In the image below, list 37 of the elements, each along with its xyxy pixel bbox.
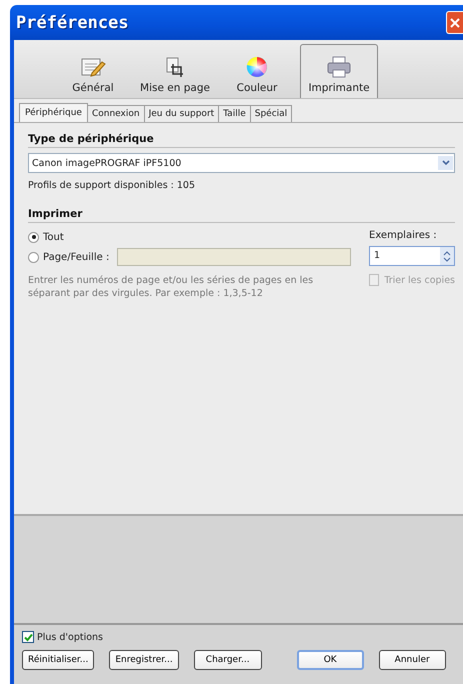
radio-button[interactable] bbox=[28, 252, 39, 262]
checkbox-label: Plus d'options bbox=[37, 632, 103, 642]
tab[interactable]: Jeu du support bbox=[144, 105, 220, 122]
profiles-count-text: Profils de support disponibles : 105 bbox=[28, 180, 196, 191]
radio-button[interactable] bbox=[28, 232, 39, 242]
toolbar-tab[interactable]: Général bbox=[54, 40, 132, 98]
dialog-button[interactable]: Réinitialiser... bbox=[22, 650, 94, 670]
close-icon bbox=[450, 18, 460, 28]
radio-label: Tout bbox=[43, 232, 64, 242]
copies-label: Exemplaires : bbox=[369, 230, 438, 241]
printer-icon bbox=[326, 55, 352, 79]
tab[interactable]: Périphérique bbox=[19, 103, 88, 122]
device-dropdown[interactable]: Canon imagePROGRAF iPF5100 bbox=[28, 153, 455, 173]
tab[interactable]: Spécial bbox=[250, 105, 292, 122]
notepad-pencil-icon bbox=[80, 56, 106, 78]
window-title: Préférences bbox=[15, 12, 129, 32]
chevron-down-icon bbox=[438, 156, 453, 170]
section-heading: Imprimer bbox=[28, 208, 455, 223]
dialog-button[interactable]: OK bbox=[296, 650, 364, 670]
dialog-button[interactable]: Enregistrer... bbox=[109, 650, 179, 670]
tab[interactable]: Connexion bbox=[88, 105, 145, 122]
checkbox[interactable] bbox=[22, 631, 34, 643]
color-wheel-icon bbox=[245, 55, 269, 79]
spin-arrows-icon bbox=[440, 247, 454, 265]
close-button[interactable] bbox=[446, 11, 463, 34]
toolbar-tab[interactable]: Couleur bbox=[218, 40, 296, 98]
toolbar-tab[interactable]: Imprimante bbox=[300, 44, 378, 98]
radio-label: Page/Feuille : bbox=[43, 252, 110, 262]
dialog-button[interactable]: Charger... bbox=[194, 650, 262, 670]
crop-icon bbox=[164, 56, 186, 78]
dialog-button[interactable]: Annuler bbox=[378, 650, 446, 670]
copies-spinbox[interactable]: 1 bbox=[369, 246, 455, 266]
tab[interactable]: Taille bbox=[219, 105, 251, 122]
hint-text: Entrer les numéros de page et/ou les séries de pages en les séparant par des virgules. Par exemple : 1,3,5-12 bbox=[28, 275, 314, 301]
checkbox-label: Trier les copies bbox=[384, 274, 455, 286]
toolbar-tab[interactable]: Mise en page bbox=[136, 40, 214, 98]
section-heading: Type de périphérique bbox=[28, 133, 455, 148]
